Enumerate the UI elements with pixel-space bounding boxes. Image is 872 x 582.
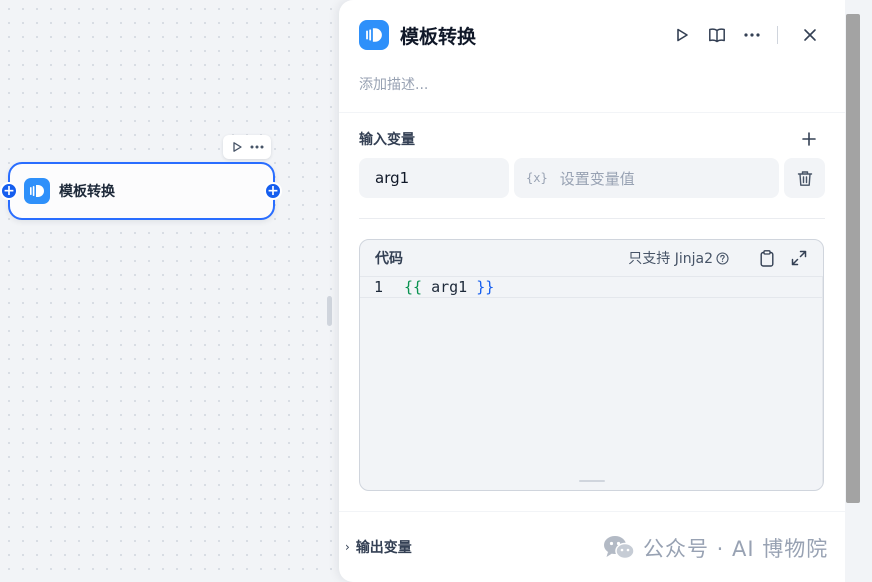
- workflow-node-template-transform[interactable]: 模板转换: [8, 162, 275, 220]
- expand-button[interactable]: [787, 246, 811, 270]
- play-icon: [677, 28, 688, 42]
- watermark-text: 公众号 · AI 博物院: [643, 537, 829, 561]
- jinja-note-text: 只支持 Jinja2: [628, 251, 713, 267]
- input-var-row: arg1 {x} 设置变量值: [359, 158, 825, 198]
- copy-button[interactable]: [755, 246, 779, 270]
- add-variable-button[interactable]: [797, 127, 821, 151]
- var-name-input[interactable]: arg1: [359, 158, 509, 198]
- divider: [359, 218, 825, 219]
- editor-right-border: [822, 276, 823, 490]
- output-vars-toggle[interactable]: › 输出变量: [345, 537, 412, 557]
- header-actions: [662, 20, 825, 50]
- open-brace: {{: [404, 278, 423, 296]
- more-icon[interactable]: [249, 139, 265, 155]
- code-editor-header: 代码 只支持 Jinja2: [360, 240, 823, 276]
- node-input-handle[interactable]: +: [0, 182, 18, 200]
- line-number: 1: [374, 278, 384, 296]
- more-button[interactable]: [737, 20, 767, 50]
- close-icon: [804, 29, 816, 41]
- delete-variable-button[interactable]: [784, 158, 825, 198]
- template-transform-icon: [24, 178, 50, 204]
- node-title: 模板转换: [59, 184, 115, 200]
- book-icon: [709, 28, 725, 43]
- node-config-panel: 模板转换 添加描述... 输入变量 arg1 {x} 设置变量值 代码 只支持 …: [339, 0, 845, 582]
- docs-button[interactable]: [702, 20, 732, 50]
- input-vars-label: 输入变量: [359, 132, 415, 148]
- scrollbar-thumb[interactable]: [846, 14, 860, 503]
- help-icon[interactable]: [716, 251, 729, 265]
- divider: [339, 112, 845, 113]
- chevron-right-icon: ›: [345, 540, 350, 554]
- code-expression: arg1: [422, 278, 477, 296]
- wechat-icon: [603, 535, 635, 561]
- expand-icon: [791, 250, 807, 266]
- var-value-selector[interactable]: {x} 设置变量值: [514, 158, 779, 198]
- close-button[interactable]: [795, 20, 825, 50]
- play-icon[interactable]: [229, 139, 245, 155]
- code-text[interactable]: {{ arg1 }}: [404, 277, 494, 297]
- code-line[interactable]: 1 {{ arg1 }}: [360, 276, 823, 298]
- watermark: 公众号 · AI 博物院: [603, 533, 828, 563]
- node-toolbar: [223, 135, 271, 159]
- code-editor[interactable]: 代码 只支持 Jinja2 1 {{ arg1 }}: [359, 239, 824, 491]
- jinja-note[interactable]: 只支持 Jinja2: [628, 248, 729, 268]
- node-output-handle[interactable]: +: [264, 182, 282, 200]
- panel-title[interactable]: 模板转换: [400, 22, 476, 49]
- editor-resize-grip[interactable]: [579, 480, 605, 482]
- code-tools: 只支持 Jinja2: [628, 246, 811, 270]
- template-transform-icon: [359, 20, 389, 50]
- close-brace: }}: [476, 278, 495, 296]
- panel-resize-handle[interactable]: [327, 296, 332, 326]
- code-label: 代码: [375, 251, 403, 267]
- var-value-placeholder: 设置变量值: [559, 169, 635, 188]
- panel-header: 模板转换: [359, 20, 825, 50]
- output-vars-label: 输出变量: [355, 540, 412, 556]
- more-icon: [744, 33, 760, 37]
- divider: [339, 511, 845, 512]
- description-input[interactable]: 添加描述...: [359, 74, 428, 94]
- header-divider: [777, 26, 778, 44]
- plus-icon: [802, 132, 816, 146]
- clipboard-icon: [760, 249, 774, 267]
- code-body[interactable]: 1 {{ arg1 }}: [360, 276, 823, 490]
- trash-icon: [797, 170, 812, 186]
- run-button[interactable]: [667, 20, 697, 50]
- variable-icon: {x}: [526, 171, 548, 185]
